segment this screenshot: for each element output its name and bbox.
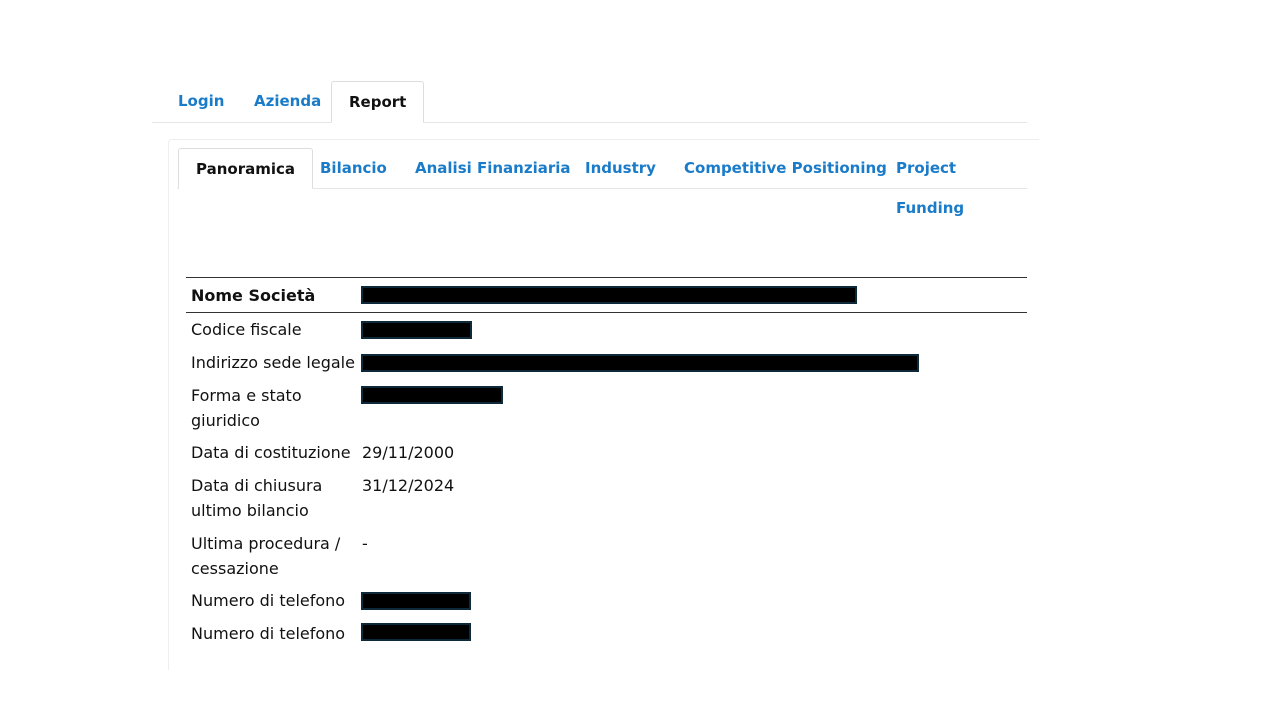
row-label: Indirizzo sede legale [191, 353, 355, 372]
redacted-value [361, 354, 919, 372]
report-sub-tabs: Panoramica Bilancio Analisi Finanziaria … [177, 148, 1027, 217]
row-label: Nome Società [191, 286, 316, 305]
row-label: Data di chiusura ultimo bilancio [191, 476, 323, 520]
tab-competitive-positioning[interactable]: Competitive Positioning [667, 148, 904, 188]
company-info-table: Nome Società Codice fiscale Indirizzo se… [186, 277, 1027, 660]
row-value: 31/12/2024 [362, 476, 455, 495]
row-label: Ultima procedura / cessazione [191, 534, 341, 578]
tab-panoramica[interactable]: Panoramica [178, 148, 314, 189]
row-label: Forma e stato giuridico [191, 386, 302, 430]
tab-industry[interactable]: Industry [568, 148, 673, 188]
tab-azienda[interactable]: Azienda [237, 81, 338, 122]
row-label: Codice fiscale [191, 320, 302, 339]
redacted-value [361, 321, 472, 339]
row-label: Numero di telefono [191, 591, 346, 610]
row-value: 29/11/2000 [362, 443, 455, 462]
tab-project-funding[interactable]: Project Funding [879, 148, 1027, 217]
tab-bilancio[interactable]: Bilancio [303, 148, 404, 188]
tab-analisi-finanziaria[interactable]: Analisi Finanziaria [398, 148, 588, 188]
company-name-row: Nome Società [186, 277, 1027, 313]
row-label: Data di costituzione [191, 443, 351, 462]
redacted-value [361, 386, 503, 404]
tab-report[interactable]: Report [331, 81, 425, 123]
redacted-value [361, 623, 471, 641]
tab-login[interactable]: Login [161, 81, 241, 122]
row-label: Numero di telefono [191, 624, 346, 643]
redacted-value [361, 592, 471, 610]
row-value: - [362, 534, 368, 553]
redacted-value [361, 286, 857, 304]
main-tabs: Login Azienda Report [152, 81, 1027, 123]
